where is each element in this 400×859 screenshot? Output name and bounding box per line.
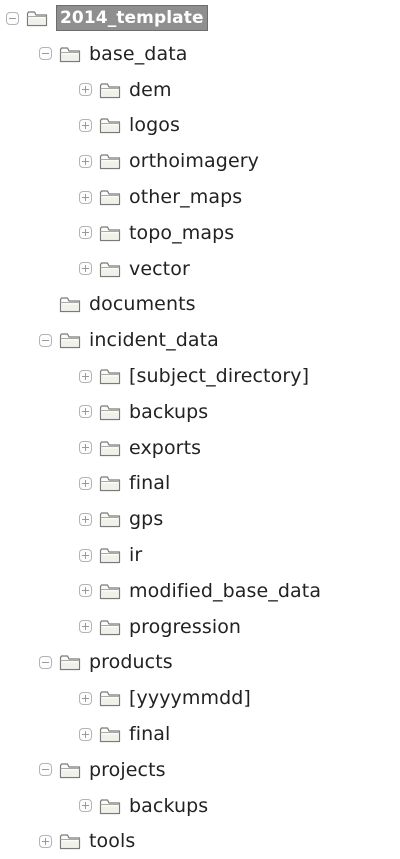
folder-icon xyxy=(99,689,121,707)
folder-icon xyxy=(99,260,121,278)
tree-item-label: [yyyymmdd] xyxy=(129,687,251,710)
collapse-toggle-icon[interactable] xyxy=(39,655,52,669)
expand-toggle-icon[interactable] xyxy=(79,83,92,97)
tree-item-label: [subject_directory] xyxy=(129,365,310,387)
expand-toggle-icon[interactable] xyxy=(79,118,92,132)
folder-tree: 2014_template base_datadem logos orthoimage… xyxy=(0,0,400,859)
tree-item[interactable]: [yyyymmdd] xyxy=(79,680,251,716)
expand-toggle-icon[interactable] xyxy=(79,512,92,526)
folder-icon xyxy=(99,224,121,242)
tree-item[interactable]: vector xyxy=(79,251,190,287)
tree-item[interactable]: ir xyxy=(79,537,142,573)
expand-toggle-icon[interactable] xyxy=(79,441,92,455)
folder-icon xyxy=(59,832,81,850)
folder-icon xyxy=(99,81,121,99)
expand-toggle-icon[interactable] xyxy=(79,476,92,490)
expand-toggle-icon[interactable] xyxy=(79,799,92,813)
tree-item[interactable]: documents xyxy=(39,286,196,322)
tree-item[interactable]: incident_data xyxy=(39,322,219,358)
expand-toggle-icon[interactable] xyxy=(79,405,92,419)
tree-item-label: modified_base_data xyxy=(129,579,322,602)
tree-item[interactable]: base_data xyxy=(39,36,188,72)
expand-toggle-icon[interactable] xyxy=(79,190,92,204)
tree-item-label: gps xyxy=(129,508,164,531)
tree-item[interactable]: products xyxy=(39,644,173,680)
tree-item[interactable]: final xyxy=(79,465,170,501)
tree-item[interactable]: gps xyxy=(79,501,163,537)
tree-item-label: orthoimagery xyxy=(129,150,259,173)
tree-item[interactable]: progression xyxy=(79,609,241,645)
folder-icon xyxy=(99,367,121,385)
tree-item[interactable]: exports xyxy=(79,430,201,466)
tree-item-label: documents xyxy=(89,293,196,316)
expand-toggle-icon[interactable] xyxy=(79,620,92,634)
folder-icon xyxy=(99,152,121,170)
folder-icon xyxy=(59,653,81,671)
folder-icon xyxy=(59,295,81,313)
folder-icon xyxy=(99,116,121,134)
folder-icon xyxy=(59,761,81,779)
tree-item-label: backups xyxy=(129,400,209,423)
tree-item-label: dem xyxy=(129,78,172,101)
tree-item[interactable]: backups xyxy=(79,394,208,430)
expand-toggle-icon[interactable] xyxy=(79,691,92,705)
expand-toggle-icon[interactable] xyxy=(79,727,92,741)
expand-toggle-icon[interactable] xyxy=(79,262,92,276)
tree-item-label: final xyxy=(129,723,171,745)
tree-item-label-selected: 2014_template xyxy=(56,5,208,31)
folder-icon xyxy=(99,188,121,206)
tree-item-label: base_data xyxy=(89,42,188,65)
expand-toggle-icon[interactable] xyxy=(79,584,92,598)
tree-item-label: tools xyxy=(89,830,136,853)
tree-item-label: products xyxy=(89,651,173,674)
expand-toggle-icon[interactable] xyxy=(79,154,92,168)
tree-item-label: progression xyxy=(129,615,242,638)
folder-icon xyxy=(99,403,121,421)
tree-item[interactable]: projects xyxy=(39,752,166,788)
folder-icon xyxy=(99,546,121,564)
folder-icon xyxy=(99,725,121,743)
folder-icon xyxy=(59,45,81,63)
tree-item-label: backups xyxy=(129,794,209,817)
tree-item-label: logos xyxy=(129,114,180,137)
folder-icon xyxy=(99,474,121,492)
folder-icon xyxy=(59,331,81,349)
folder-icon xyxy=(26,9,48,27)
tree-item-label: exports xyxy=(129,436,202,459)
folder-icon xyxy=(99,439,121,457)
folder-icon xyxy=(99,582,121,600)
collapse-toggle-icon[interactable] xyxy=(6,11,19,25)
tree-item[interactable]: other_maps xyxy=(79,179,242,215)
tree-item-label: vector xyxy=(129,257,190,280)
tree-item[interactable]: 2014_template xyxy=(6,0,208,36)
tree-item[interactable]: dem xyxy=(79,72,172,108)
tree-item-label: topo_maps xyxy=(129,221,235,244)
expand-toggle-icon[interactable] xyxy=(39,834,52,848)
collapse-toggle-icon[interactable] xyxy=(39,47,52,61)
tree-item[interactable]: final xyxy=(79,716,170,752)
tree-item[interactable]: tools xyxy=(39,823,135,859)
tree-item[interactable]: orthoimagery xyxy=(79,143,259,179)
tree-item-label: other_maps xyxy=(129,186,243,208)
collapse-toggle-icon[interactable] xyxy=(39,763,52,777)
expand-toggle-icon[interactable] xyxy=(79,226,92,240)
folder-icon xyxy=(99,797,121,815)
tree-item-label: projects xyxy=(89,758,166,781)
folder-icon xyxy=(99,510,121,528)
tree-item[interactable]: logos xyxy=(79,107,180,143)
folder-icon xyxy=(99,618,121,636)
tree-item[interactable]: [subject_directory] xyxy=(79,358,309,394)
expand-toggle-icon[interactable] xyxy=(79,548,92,562)
tree-item[interactable]: topo_maps xyxy=(79,215,234,251)
tree-item-label: ir xyxy=(129,544,143,566)
tree-item[interactable]: backups xyxy=(79,788,208,824)
tree-item[interactable]: modified_base_data xyxy=(79,573,321,609)
tree-item-label: final xyxy=(129,472,171,495)
tree-item-label: incident_data xyxy=(89,329,219,352)
collapse-toggle-icon[interactable] xyxy=(39,333,52,347)
expand-toggle-icon[interactable] xyxy=(79,369,92,383)
